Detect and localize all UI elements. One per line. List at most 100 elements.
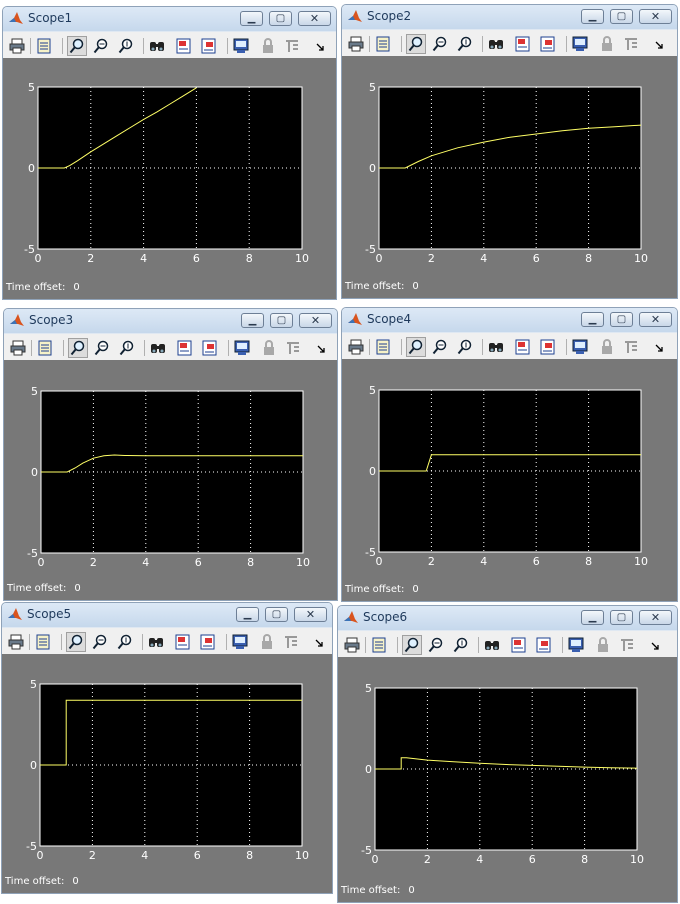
save-axes-button[interactable] (510, 636, 528, 654)
autoscale-button[interactable] (483, 636, 501, 654)
scope-window[interactable]: Scope6 ▁ ▢ ✕ 0 2 4 6 8 10 5 0 -5 Time offset: 0 (337, 605, 678, 903)
restore-axes-button[interactable] (535, 636, 553, 654)
minimize-button[interactable]: ▁ (241, 313, 264, 328)
maximize-button[interactable]: ▢ (269, 11, 292, 26)
zoom-button[interactable] (406, 337, 426, 357)
floating-scope-button[interactable] (231, 633, 249, 651)
scope-window[interactable]: Scope3 ▁ ▢ ✕ 0 2 4 6 8 10 5 0 -5 Time offset: 0 (3, 308, 338, 601)
signal-selection-button[interactable] (622, 338, 640, 356)
scope-window[interactable]: Scope5 ▁ ▢ ✕ 0 2 4 6 8 10 5 0 -5 Time offset: 0 (1, 602, 333, 894)
lock-button[interactable] (260, 339, 278, 357)
print-button[interactable] (7, 633, 25, 651)
scope-window[interactable]: Scope4 ▁ ▢ ✕ 0 2 4 6 8 10 5 0 -5 Time offset: 0 (341, 307, 678, 602)
parameters-button[interactable] (370, 636, 388, 654)
close-button[interactable]: ✕ (299, 313, 332, 328)
signal-selection-button[interactable] (622, 35, 640, 53)
more-button[interactable] (310, 633, 328, 651)
print-button[interactable] (9, 339, 27, 357)
scope-window[interactable]: Scope2 ▁ ▢ ✕ 0 2 4 6 8 10 5 0 -5 Time offset: 0 (341, 4, 678, 299)
maximize-button[interactable]: ▢ (270, 313, 293, 328)
zoom-x-button[interactable] (431, 35, 449, 53)
close-button[interactable]: ✕ (294, 607, 327, 622)
save-axes-button[interactable] (176, 339, 194, 357)
parameters-button[interactable] (34, 633, 52, 651)
autoscale-button[interactable] (147, 633, 165, 651)
save-axes-button[interactable] (175, 37, 193, 55)
floating-scope-button[interactable] (567, 636, 585, 654)
close-button[interactable]: ✕ (639, 610, 672, 625)
close-button[interactable]: ✕ (639, 312, 672, 327)
restore-axes-button[interactable] (201, 339, 219, 357)
zoom-y-button[interactable] (456, 338, 474, 356)
zoom-x-button[interactable] (91, 633, 109, 651)
close-button[interactable]: ✕ (639, 9, 672, 24)
zoom-button[interactable] (406, 34, 426, 54)
save-axes-button[interactable] (174, 633, 192, 651)
more-button[interactable] (311, 37, 329, 55)
lock-button[interactable] (598, 35, 616, 53)
restore-axes-button[interactable] (200, 37, 218, 55)
restore-axes-button[interactable] (199, 633, 217, 651)
save-axes-button[interactable] (514, 35, 532, 53)
print-button[interactable] (343, 636, 361, 654)
zoom-y-button[interactable] (456, 35, 474, 53)
signal-selection-button[interactable] (618, 636, 636, 654)
zoom-button[interactable] (67, 36, 87, 56)
zoom-x-button[interactable] (427, 636, 445, 654)
minimize-button[interactable]: ▁ (581, 312, 604, 327)
autoscale-button[interactable] (487, 338, 505, 356)
signal-selection-button[interactable] (283, 37, 301, 55)
floating-scope-button[interactable] (232, 37, 250, 55)
save-axes-button[interactable] (514, 338, 532, 356)
parameters-button[interactable] (374, 338, 392, 356)
parameters-button[interactable] (36, 339, 54, 357)
floating-scope-button[interactable] (571, 338, 589, 356)
autoscale-button[interactable] (148, 37, 166, 55)
print-button[interactable] (8, 37, 26, 55)
parameters-button[interactable] (374, 35, 392, 53)
zoom-button[interactable] (66, 632, 86, 652)
title-bar[interactable]: Scope1 ▁ ▢ ✕ (3, 7, 336, 31)
title-bar[interactable]: Scope2 ▁ ▢ ✕ (342, 5, 677, 29)
more-button[interactable] (646, 636, 664, 654)
close-button[interactable]: ✕ (298, 11, 331, 26)
lock-button[interactable] (259, 37, 277, 55)
title-bar[interactable]: Scope3 ▁ ▢ ✕ (4, 309, 337, 333)
more-button[interactable] (312, 339, 330, 357)
title-bar[interactable]: Scope5 ▁ ▢ ✕ (2, 603, 332, 627)
restore-axes-button[interactable] (539, 35, 557, 53)
maximize-button[interactable]: ▢ (265, 607, 288, 622)
maximize-button[interactable]: ▢ (610, 312, 633, 327)
zoom-y-button[interactable] (118, 339, 136, 357)
autoscale-button[interactable] (487, 35, 505, 53)
zoom-x-button[interactable] (431, 338, 449, 356)
more-button[interactable] (650, 338, 668, 356)
maximize-button[interactable]: ▢ (610, 9, 633, 24)
title-bar[interactable]: Scope4 ▁ ▢ ✕ (342, 308, 677, 332)
zoom-y-button[interactable] (117, 37, 135, 55)
floating-scope-button[interactable] (233, 339, 251, 357)
print-button[interactable] (347, 338, 365, 356)
maximize-button[interactable]: ▢ (610, 610, 633, 625)
minimize-button[interactable]: ▁ (236, 607, 259, 622)
zoom-x-button[interactable] (93, 339, 111, 357)
scope-window[interactable]: Scope1 ▁ ▢ ✕ 0 2 4 6 8 10 5 0 -5 Time offset: 0 (2, 6, 337, 300)
lock-button[interactable] (598, 338, 616, 356)
parameters-button[interactable] (35, 37, 53, 55)
minimize-button[interactable]: ▁ (240, 11, 263, 26)
restore-axes-button[interactable] (539, 338, 557, 356)
more-button[interactable] (650, 35, 668, 53)
signal-selection-button[interactable] (282, 633, 300, 651)
zoom-y-button[interactable] (452, 636, 470, 654)
zoom-button[interactable] (68, 338, 88, 358)
zoom-button[interactable] (402, 635, 422, 655)
floating-scope-button[interactable] (571, 35, 589, 53)
minimize-button[interactable]: ▁ (581, 610, 604, 625)
zoom-y-button[interactable] (116, 633, 134, 651)
minimize-button[interactable]: ▁ (581, 9, 604, 24)
lock-button[interactable] (258, 633, 276, 651)
zoom-x-button[interactable] (92, 37, 110, 55)
lock-button[interactable] (594, 636, 612, 654)
print-button[interactable] (347, 35, 365, 53)
autoscale-button[interactable] (149, 339, 167, 357)
